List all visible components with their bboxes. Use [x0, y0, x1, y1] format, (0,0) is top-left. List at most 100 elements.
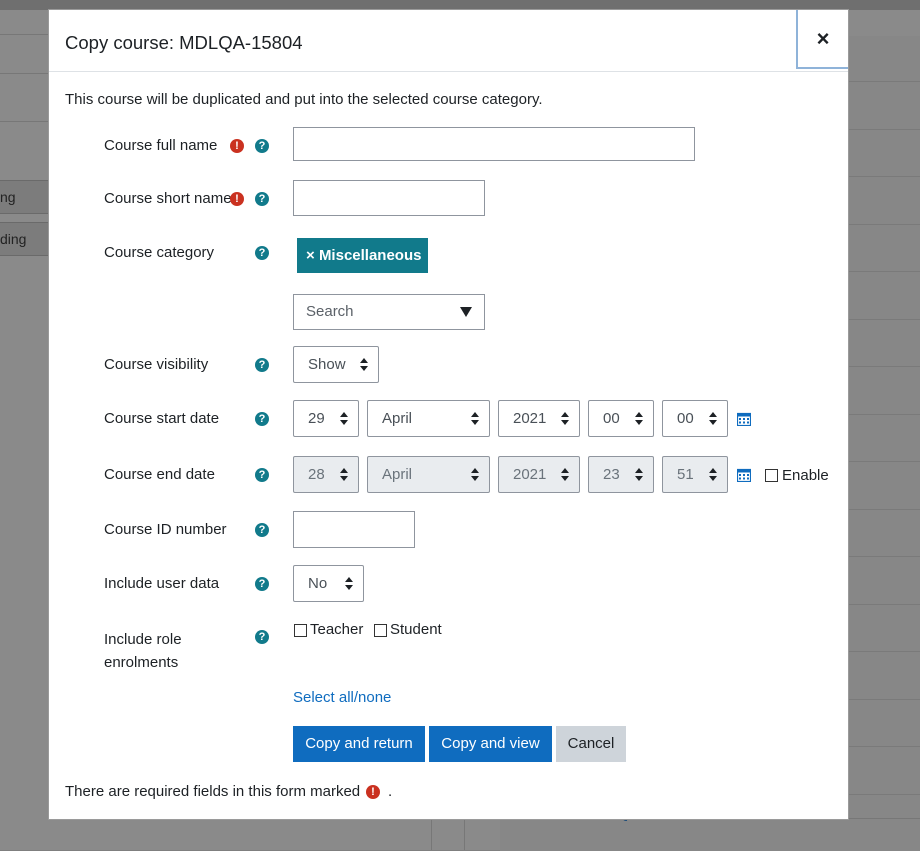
backdrop-row-line — [847, 794, 920, 795]
visibility-value: Show — [308, 356, 346, 373]
short-name-label: Course short name — [104, 190, 232, 207]
sort-arrows-icon — [709, 468, 717, 482]
full-name-label: Course full name — [104, 137, 218, 154]
start-minute-value: 00 — [677, 410, 694, 427]
start-day-value: 29 — [308, 410, 325, 427]
close-icon: × — [816, 25, 830, 51]
intro-text: This course will be duplicated and put i… — [65, 91, 543, 108]
start-hour-value: 00 — [603, 410, 620, 427]
sort-arrows-icon — [471, 412, 479, 426]
role-enrolments-label-line: Include role — [104, 631, 182, 648]
end-minute-select: 51 — [662, 456, 728, 493]
close-button[interactable]: × — [796, 10, 848, 69]
sort-arrows-icon — [561, 468, 569, 482]
backdrop-divider — [0, 34, 48, 35]
sort-arrows-icon — [360, 358, 368, 372]
question-circle-icon[interactable]: ? — [255, 412, 269, 426]
backdrop-divider — [0, 121, 48, 122]
start-hour-select[interactable]: 00 — [588, 400, 654, 437]
user-data-select[interactable]: No — [293, 565, 364, 602]
backdrop-row-line — [847, 271, 920, 272]
start-date-label: Course start date — [104, 410, 220, 427]
backdrop-row-line — [847, 509, 920, 510]
end-date-label: Course end date — [104, 466, 215, 483]
backdrop-row-line — [847, 129, 920, 130]
sort-arrows-icon — [471, 468, 479, 482]
student-checkbox[interactable] — [374, 624, 387, 637]
copy-and-return-button[interactable]: Copy and return — [293, 726, 425, 762]
modal-title: Copy course: MDLQA-15804 — [65, 32, 303, 53]
end-minute-value: 51 — [677, 466, 694, 483]
backdrop-row-line — [847, 319, 920, 320]
start-day-select[interactable]: 29 — [293, 400, 359, 437]
required-note-period: . — [388, 783, 393, 800]
question-circle-icon[interactable]: ? — [255, 246, 269, 260]
start-year-value: 2021 — [513, 410, 547, 427]
visibility-label: Course visibility — [104, 356, 209, 373]
exclamation-circle-icon: ! — [230, 139, 244, 153]
end-month-value: April — [382, 466, 413, 483]
backdrop-row-line — [847, 556, 920, 557]
backdrop-row-line — [847, 176, 920, 177]
question-circle-icon[interactable]: ? — [255, 468, 269, 482]
modal-header: Copy course: MDLQA-15804 × — [49, 10, 848, 72]
category-search[interactable]: Search — [293, 294, 485, 330]
required-note-text: There are required fields in this form m… — [65, 783, 361, 800]
cancel-button[interactable]: Cancel — [556, 726, 626, 762]
end-month-select: April — [367, 456, 490, 493]
backdrop-table-row — [500, 818, 920, 851]
sort-arrows-icon — [635, 412, 643, 426]
backdrop-divider — [431, 818, 432, 850]
exclamation-circle-icon: ! — [230, 192, 244, 206]
end-year-value: 2021 — [513, 466, 547, 483]
backdrop-side-button: ng — [0, 180, 49, 214]
sort-arrows-icon — [340, 412, 348, 426]
student-label: Student — [390, 621, 442, 638]
copy-and-view-button[interactable]: Copy and view — [429, 726, 552, 762]
question-circle-icon[interactable]: ? — [255, 139, 269, 153]
category-label: Course category — [104, 244, 215, 261]
start-month-select[interactable]: April — [367, 400, 490, 437]
required-fields-note: There are required fields in this form m… — [65, 783, 360, 800]
short-name-input[interactable] — [293, 180, 485, 216]
start-minute-select[interactable]: 00 — [662, 400, 728, 437]
category-tag-label: Miscellaneous — [318, 247, 422, 264]
backdrop-row-line — [847, 414, 920, 415]
category-tag[interactable]: × Miscellaneous — [297, 238, 429, 273]
end-day-select: 28 — [293, 456, 359, 493]
start-year-select[interactable]: 2021 — [498, 400, 580, 437]
enable-end-date-checkbox[interactable] — [765, 469, 778, 482]
backdrop-row-line — [847, 746, 920, 747]
select-all-none-link[interactable]: Select all/none — [293, 689, 391, 706]
question-circle-icon[interactable]: ? — [255, 358, 269, 372]
backdrop-row-line — [847, 366, 920, 367]
sort-arrows-icon — [561, 412, 569, 426]
full-name-input[interactable] — [293, 127, 695, 161]
backdrop-row-line — [847, 461, 920, 462]
calendar-icon[interactable] — [737, 412, 751, 426]
teacher-label: Teacher — [310, 621, 364, 638]
question-circle-icon[interactable]: ? — [255, 630, 269, 644]
backdrop-row-line — [847, 604, 920, 605]
question-circle-icon[interactable]: ? — [255, 577, 269, 591]
end-hour-select: 23 — [588, 456, 654, 493]
category-search-placeholder: Search — [306, 303, 354, 320]
exclamation-circle-icon: ! — [366, 785, 380, 799]
user-data-value: No — [308, 575, 328, 592]
sort-arrows-icon — [345, 577, 353, 591]
question-circle-icon[interactable]: ? — [255, 192, 269, 206]
sort-arrows-icon — [340, 468, 348, 482]
backdrop-row-line — [847, 651, 920, 652]
visibility-select[interactable]: Show — [293, 346, 379, 383]
teacher-checkbox[interactable] — [294, 624, 307, 637]
role-enrolments-label-line: enrolments — [104, 654, 179, 671]
calendar-icon[interactable] — [737, 468, 751, 482]
remove-tag-icon: × — [306, 247, 315, 264]
start-month-value: April — [382, 410, 413, 427]
user-data-label: Include user data — [104, 575, 220, 592]
end-year-select: 2021 — [498, 456, 580, 493]
backdrop-divider — [0, 73, 48, 74]
sort-arrows-icon — [709, 412, 717, 426]
question-circle-icon[interactable]: ? — [255, 523, 269, 537]
id-number-input[interactable] — [293, 511, 415, 548]
